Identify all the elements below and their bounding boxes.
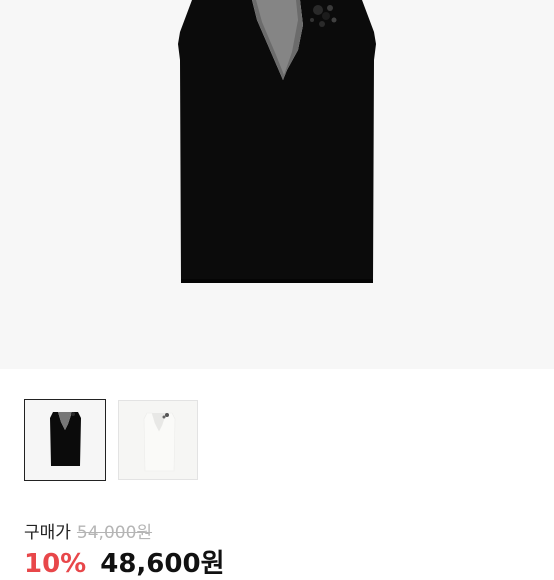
thumbnail-black[interactable] [24,399,106,481]
black-sleeveless-top-image [178,0,376,283]
sale-price-row: 10% 48,600원 [24,543,225,580]
white-top-thumbnail-icon [119,401,197,479]
price-label: 구매가 [24,523,71,543]
price-row: 구매가 54,000원 [24,518,152,543]
thumbnail-strip [24,399,198,481]
product-main-image[interactable] [0,0,554,369]
thumbnail-white[interactable] [118,400,198,480]
sale-price: 48,600원 [100,549,225,579]
black-top-thumbnail-icon [25,400,105,480]
original-price: 54,000원 [76,523,153,543]
